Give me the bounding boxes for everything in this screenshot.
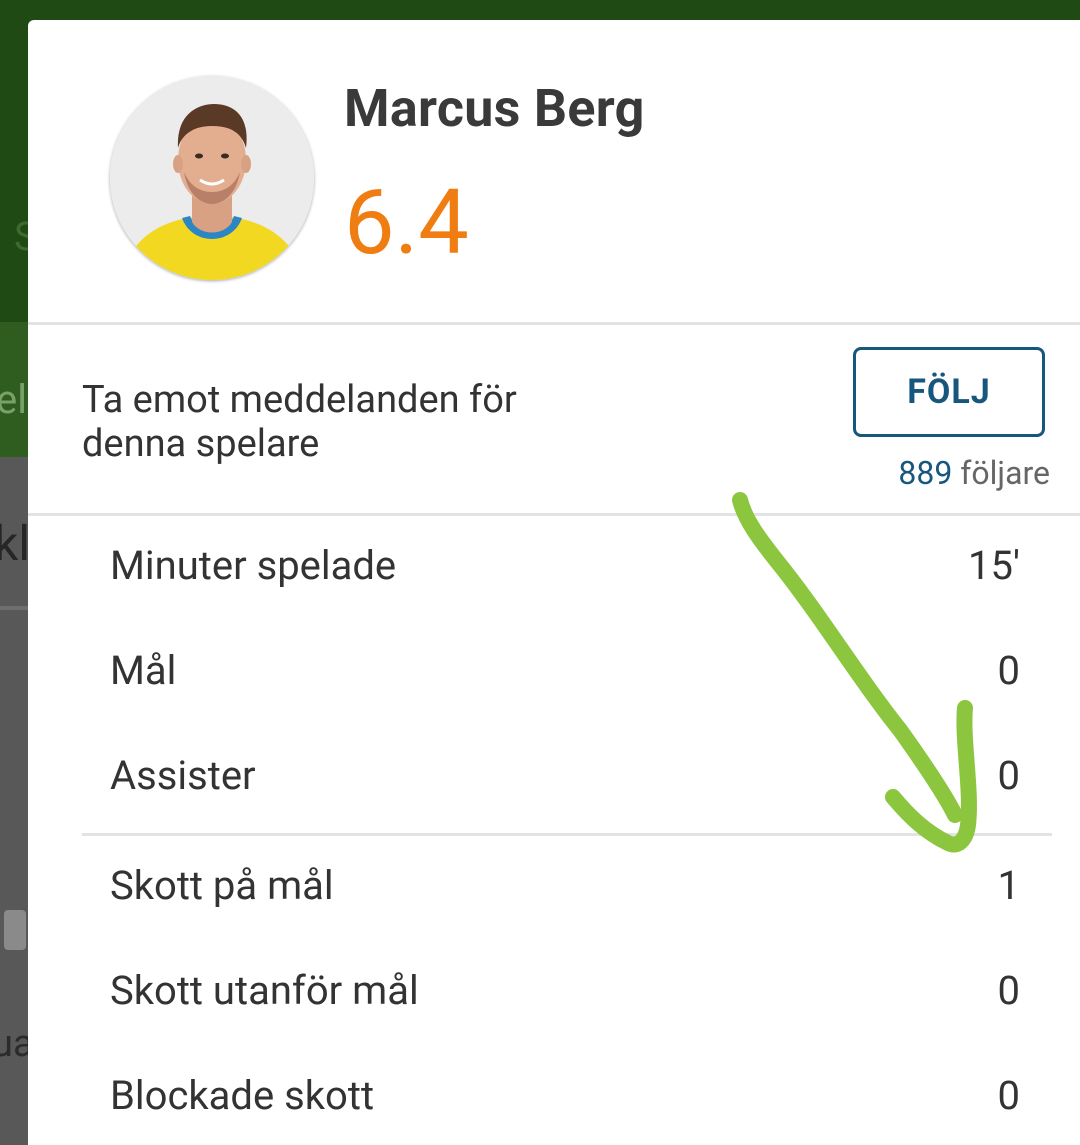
stat-row-goals: Mål 0 [28,623,1080,727]
divider [28,322,1080,325]
background-shirt-icon [4,910,26,950]
stat-label: Skott på mål [110,862,334,909]
player-photo-icon [110,76,314,280]
player-stats-dialog: Marcus Berg 6.4 Ta emot meddelanden för … [28,20,1080,1145]
stat-label: Skott utanför mål [110,967,419,1014]
stat-value: 0 [997,752,1020,799]
follower-count-number: 889 [898,454,953,492]
stat-value: 0 [997,1072,1020,1119]
follower-count: 889 följare [898,454,1050,492]
divider [28,513,1080,516]
background-text-fragment: el [0,376,27,423]
stat-label: Blockade skott [110,1072,375,1119]
stat-row-shots-off-target: Skott utanför mål 0 [28,943,1080,1047]
stat-row-assists: Assister 0 [28,728,1080,832]
stats-section-divider [82,833,1052,836]
notification-prompt-text: Ta emot meddelanden för denna spelare [82,378,517,466]
stat-value: 0 [997,647,1020,694]
stat-value: 0 [997,967,1020,1014]
follower-count-label: följare [960,454,1050,492]
player-name: Marcus Berg [344,78,645,139]
stat-label: Assister [110,752,256,799]
player-photo-avatar [110,76,314,280]
follow-button[interactable]: FÖLJ [853,347,1045,437]
stat-value: 1 [997,862,1020,909]
stat-row-blocked-shots: Blockade skott 0 [28,1048,1080,1145]
stat-value: 15' [968,542,1020,589]
player-rating: 6.4 [344,170,469,275]
stat-label: Mål [110,647,177,694]
background-divider [0,606,30,610]
stat-label: Minuter spelade [110,542,397,589]
stat-row-shots-on-target: Skott på mål 1 [28,838,1080,942]
stat-row-minutes-played: Minuter spelade 15' [28,518,1080,622]
